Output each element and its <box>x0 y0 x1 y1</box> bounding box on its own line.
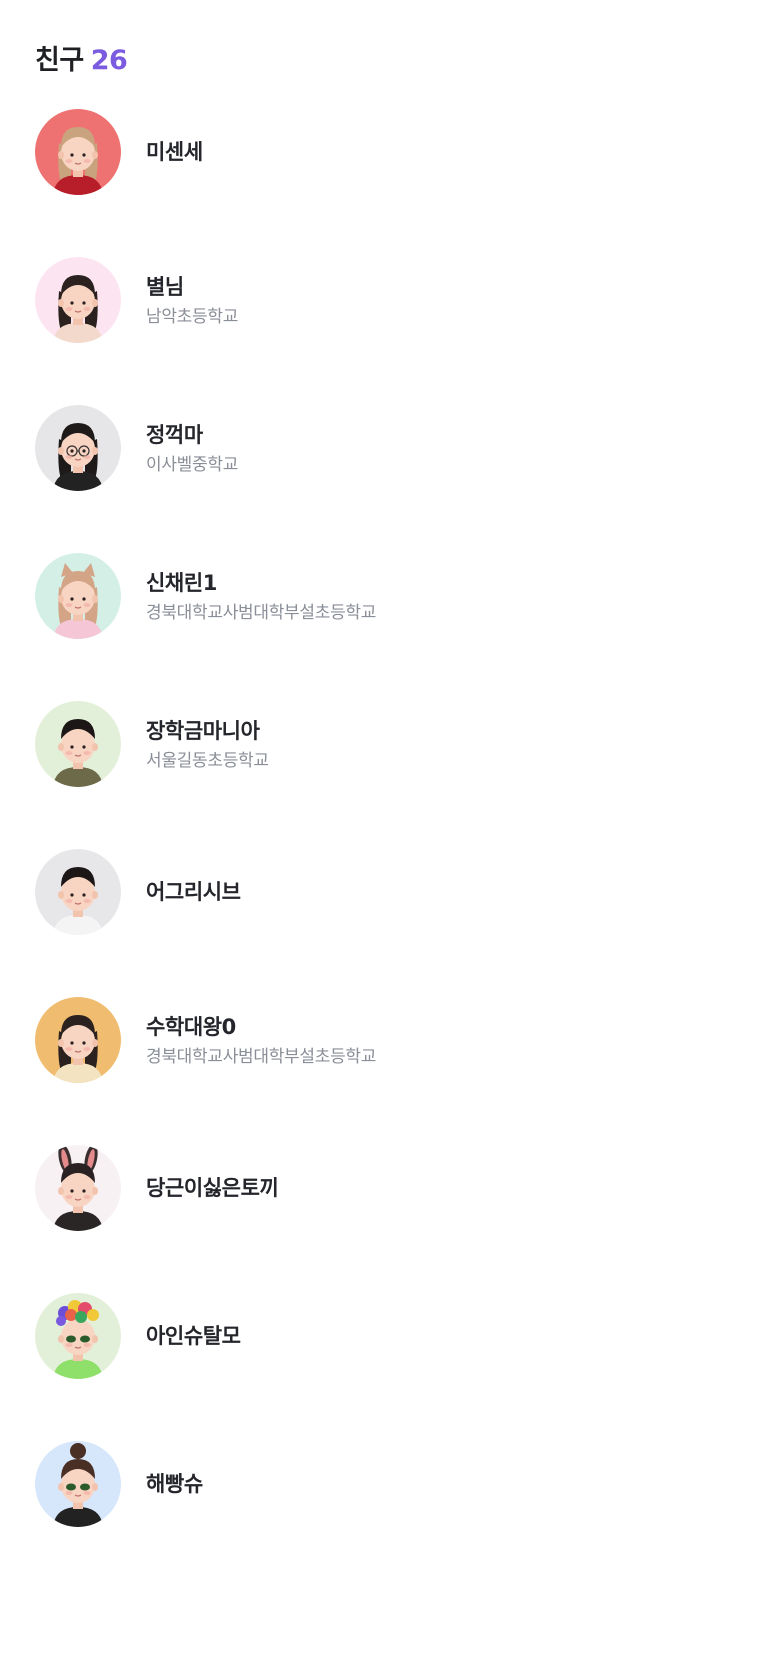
avatar[interactable] <box>35 997 121 1083</box>
cat-ears-avatar-icon <box>35 553 121 639</box>
friend-info: 아인슈탈모 <box>146 1293 241 1379</box>
avatar[interactable] <box>35 109 121 195</box>
girl-avatar-icon <box>35 109 121 195</box>
friend-count: 26 <box>90 45 128 76</box>
girl-avatar-icon <box>35 997 121 1083</box>
friend-name: 어그리시브 <box>146 880 241 904</box>
avatar[interactable] <box>35 405 121 491</box>
friend-school: 이사벨중학교 <box>146 454 239 475</box>
friend-list-item[interactable]: 어그리시브 <box>35 849 735 997</box>
avatar[interactable] <box>35 701 121 787</box>
friend-info: 해빵슈 <box>146 1441 203 1527</box>
friends-page: 친구 26 미센세 별님 남악초등학교 정꺽마 이사벨중학교 신채린1 경북대학… <box>0 0 766 1658</box>
friend-name: 신채린1 <box>146 570 217 595</box>
friend-info: 정꺽마이사벨중학교 <box>146 405 238 491</box>
friend-list-item[interactable]: 장학금마니아서울길동초등학교 <box>35 701 735 849</box>
avatar[interactable] <box>35 1293 121 1379</box>
friend-name: 당근이싫은토끼 <box>146 1176 279 1200</box>
boy-avatar-icon <box>35 701 121 787</box>
friend-name: 별님 <box>146 274 184 299</box>
friend-list-item[interactable]: 해빵슈 <box>35 1441 735 1589</box>
friend-list-item[interactable]: 미센세 <box>35 109 735 257</box>
friend-name: 장학금마니아 <box>146 718 260 743</box>
avatar[interactable] <box>35 1145 121 1231</box>
friend-info: 당근이싫은토끼 <box>146 1145 279 1231</box>
friend-list-item[interactable]: 정꺽마이사벨중학교 <box>35 405 735 553</box>
avatar[interactable] <box>35 553 121 639</box>
friend-list-item[interactable]: 아인슈탈모 <box>35 1293 735 1441</box>
friend-name: 아인슈탈모 <box>146 1324 241 1348</box>
friend-name: 수학대왕0 <box>146 1014 236 1039</box>
page-title: 친구 <box>35 45 84 76</box>
friend-name: 미센세 <box>146 140 203 164</box>
friend-school: 경북대학교사범대학부설초등학교 <box>146 602 377 623</box>
friend-school: 경북대학교사범대학부설초등학교 <box>146 1046 377 1067</box>
friend-info: 어그리시브 <box>146 849 241 935</box>
friend-list-item[interactable]: 수학대왕0 경북대학교사범대학부설초등학교 <box>35 997 735 1145</box>
friend-info: 수학대왕0 경북대학교사범대학부설초등학교 <box>146 997 376 1083</box>
friend-list-item[interactable]: 당근이싫은토끼 <box>35 1145 735 1293</box>
friend-info: 별님남악초등학교 <box>146 257 238 343</box>
avatar[interactable] <box>35 1441 121 1527</box>
balloon-hair-avatar-icon <box>35 1293 121 1379</box>
friend-school: 서울길동초등학교 <box>146 750 269 771</box>
glasses-avatar-icon <box>35 405 121 491</box>
bunny-ears-avatar-icon <box>35 1145 121 1231</box>
avatar[interactable] <box>35 849 121 935</box>
boy-avatar-icon <box>35 849 121 935</box>
friend-school: 남악초등학교 <box>146 306 239 327</box>
friend-list-item[interactable]: 신채린1 경북대학교사범대학부설초등학교 <box>35 553 735 701</box>
avatar[interactable] <box>35 257 121 343</box>
friends-header: 친구 26 <box>35 38 128 77</box>
friend-info: 신채린1 경북대학교사범대학부설초등학교 <box>146 553 376 639</box>
friend-info: 장학금마니아서울길동초등학교 <box>146 701 269 787</box>
friend-info: 미센세 <box>146 109 203 195</box>
friend-list: 미센세 별님 남악초등학교 정꺽마 이사벨중학교 신채린1 경북대학교사범대학부… <box>35 109 735 1589</box>
friend-name: 해빵슈 <box>146 1472 203 1496</box>
bun-hair-avatar-icon <box>35 1441 121 1527</box>
friend-name: 정꺽마 <box>146 422 203 447</box>
friend-list-item[interactable]: 별님남악초등학교 <box>35 257 735 405</box>
girl-avatar-icon <box>35 257 121 343</box>
